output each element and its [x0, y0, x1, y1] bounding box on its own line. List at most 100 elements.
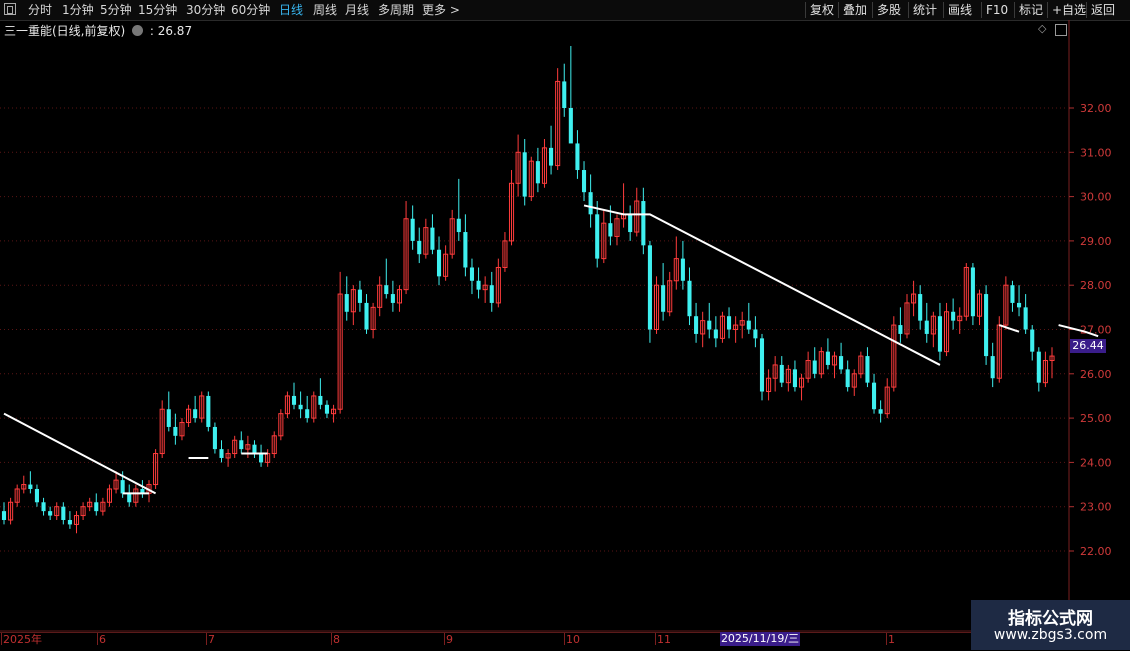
candle-body-down — [937, 316, 942, 352]
candle-body-down — [687, 280, 692, 317]
watermark: 指标公式网 www.zbgs3.com — [971, 600, 1130, 650]
candle-body-down — [595, 214, 600, 259]
candle-body-down — [41, 502, 46, 512]
candle-body-down — [417, 240, 422, 255]
watermark-url: www.zbgs3.com — [993, 627, 1108, 643]
candle-body-down — [390, 294, 395, 303]
candle-body-down — [779, 364, 784, 383]
date-tick — [206, 633, 207, 645]
candle-body-down — [430, 227, 435, 250]
candle-body-down — [825, 351, 830, 365]
date-tick — [97, 633, 98, 645]
highlighted-date: 2025/11/19/三 — [720, 632, 800, 646]
candle-body-down — [120, 480, 125, 494]
candle-body-down — [878, 409, 883, 414]
candle-body-down — [970, 267, 975, 317]
candle-body-down — [298, 404, 303, 410]
candle-body-down — [469, 267, 475, 281]
candle-body-down — [792, 369, 797, 388]
right-info-strip — [1118, 20, 1130, 620]
candle-body-down — [568, 108, 573, 144]
date-label-1: 6 — [99, 633, 106, 646]
candle-body-down — [252, 444, 257, 454]
candle-body-down — [588, 192, 593, 215]
candle-body-down — [898, 325, 903, 334]
candle-body-down — [746, 320, 751, 330]
date-label-0: 2025年 — [3, 633, 42, 646]
price-tick-label: 24.00 — [1080, 456, 1112, 469]
candle-body-down — [581, 170, 587, 193]
candle-body-down — [463, 232, 468, 268]
trendline-flat-4 — [998, 324, 1020, 333]
candle-body-down — [127, 493, 132, 503]
candle-body-down — [753, 329, 758, 339]
candle-body-down — [661, 285, 666, 312]
price-tick-label: 31.00 — [1080, 146, 1112, 159]
candle-body-down — [259, 453, 264, 463]
date-tick — [655, 633, 656, 645]
candle-body-down — [1017, 302, 1022, 308]
price-tick-label: 26.00 — [1080, 368, 1112, 381]
candle-body-down — [522, 152, 527, 197]
candle-body-down — [456, 218, 461, 233]
date-tick — [1, 633, 2, 645]
price-tick-label: 22.00 — [1080, 545, 1112, 558]
candle-body-down — [984, 294, 989, 357]
candle-body-down — [918, 294, 923, 321]
candle-body-down — [647, 245, 652, 330]
candle-body-down — [94, 502, 99, 512]
candle-body-down — [291, 395, 297, 405]
candle-body-down — [713, 329, 718, 339]
price-tick-label: 28.00 — [1080, 279, 1112, 292]
candle-body-down — [990, 356, 995, 379]
date-tick — [564, 633, 565, 645]
candle-body-down — [305, 409, 310, 419]
date-label-4: 9 — [446, 633, 453, 646]
price-tick-label: 23.00 — [1080, 501, 1112, 514]
candle-body-down — [924, 320, 929, 334]
candle-body-down — [324, 404, 330, 414]
candle-body-down — [239, 440, 244, 450]
candle-body-down — [812, 360, 817, 374]
candle-body-down — [865, 356, 870, 383]
trendline-downtrend-1 — [3, 412, 157, 495]
candle-body-down — [726, 316, 732, 330]
price-tick-label: 30.00 — [1080, 191, 1112, 204]
candle-body-down — [173, 426, 178, 436]
candle-body-down — [1, 511, 7, 520]
candle-body-down — [608, 223, 613, 237]
candle-body-down — [839, 356, 844, 370]
date-label-6: 11 — [657, 633, 671, 646]
candle-body-down — [219, 449, 224, 458]
date-axis: 2025年 6 7 8 9 10 11 1 — [0, 632, 1070, 651]
candle-body-down — [166, 409, 171, 427]
candle-body-down — [535, 161, 540, 184]
candle-body-down — [951, 311, 956, 321]
candle-body-down — [28, 484, 33, 489]
price-tick-label: 25.00 — [1080, 412, 1112, 425]
candle-body-down — [641, 201, 646, 246]
candle-body-down — [384, 285, 389, 295]
candle-body-down — [1030, 329, 1035, 352]
date-label-5: 10 — [566, 633, 580, 646]
date-label-2: 7 — [208, 633, 215, 646]
candle-body-down — [206, 395, 211, 427]
candle-body-down — [436, 249, 442, 277]
date-tick — [444, 633, 445, 645]
candle-body-down — [549, 147, 554, 166]
candle-body-down — [1023, 307, 1028, 330]
candle-body-down — [489, 285, 494, 303]
candle-body-down — [67, 519, 72, 525]
candle-body-down — [1036, 351, 1041, 383]
candle-body-down — [193, 409, 198, 419]
candle-body-down — [845, 369, 850, 388]
candle-body-down — [410, 218, 415, 241]
watermark-title: 指标公式网 — [1008, 609, 1093, 629]
candle-body-down — [61, 506, 66, 520]
date-tick — [331, 633, 332, 645]
candle-body-down — [1010, 285, 1015, 303]
candle-body-down — [364, 302, 369, 330]
candle-body-down — [628, 214, 633, 233]
price-tick-label: 32.00 — [1080, 102, 1112, 115]
candlestick-chart[interactable]: 32.0031.0030.0029.0028.0027.0026.0025.00… — [0, 0, 1130, 650]
